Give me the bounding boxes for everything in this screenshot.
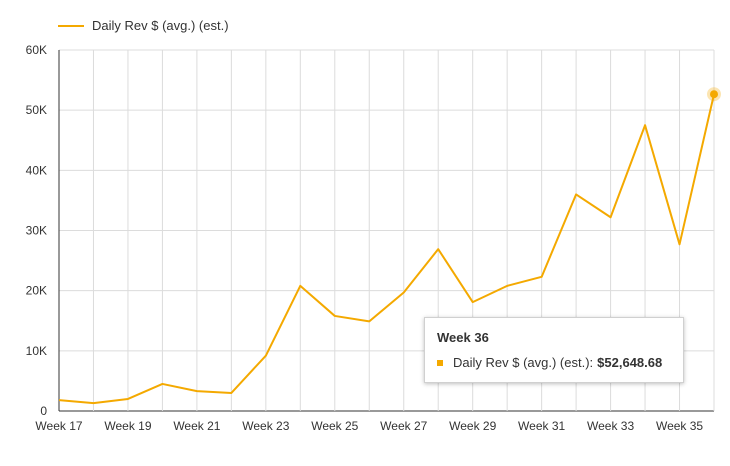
x-tick-label: Week 23 <box>242 419 289 433</box>
x-tick-label: Week 27 <box>380 419 427 433</box>
x-tick-label: Week 25 <box>311 419 358 433</box>
y-tick-label: 0 <box>40 404 47 418</box>
x-tick-label: Week 33 <box>587 419 634 433</box>
y-tick-label: 60K <box>26 43 47 57</box>
tooltip: Week 36 Daily Rev $ (avg.) (est.): $52,6… <box>424 317 684 383</box>
highlight-point <box>710 90 718 99</box>
tooltip-value: $52,648.68 <box>597 355 663 370</box>
tooltip-row: Daily Rev $ (avg.) (est.): $52,648.68 <box>437 355 671 370</box>
y-tick-label: 10K <box>26 344 47 358</box>
y-tick-label: 20K <box>26 284 47 298</box>
line-chart: 0 10K 20K 30K 40K 50K 60K Week 17 Week 19 Week 21… <box>26 43 721 433</box>
x-tick-label: Week 35 <box>656 419 703 433</box>
x-tick-label: Week 29 <box>449 419 496 433</box>
tooltip-series-marker <box>437 359 443 366</box>
y-tick-label: 50K <box>26 103 47 117</box>
y-tick-label: 30K <box>26 224 47 238</box>
tooltip-title: Week 36 <box>437 330 489 345</box>
y-tick-label: 40K <box>26 163 47 177</box>
x-tick-label: Week 31 <box>518 419 565 433</box>
tooltip-series-label: Daily Rev $ (avg.) (est.): <box>453 355 594 370</box>
x-tick-label: Week 17 <box>35 419 82 433</box>
x-tick-label: Week 19 <box>104 419 151 433</box>
chart-container: Daily Rev $ (avg.) (est.) 0 10K 20K 30K 40K 5… <box>0 0 730 466</box>
x-tick-label: Week 21 <box>173 419 220 433</box>
